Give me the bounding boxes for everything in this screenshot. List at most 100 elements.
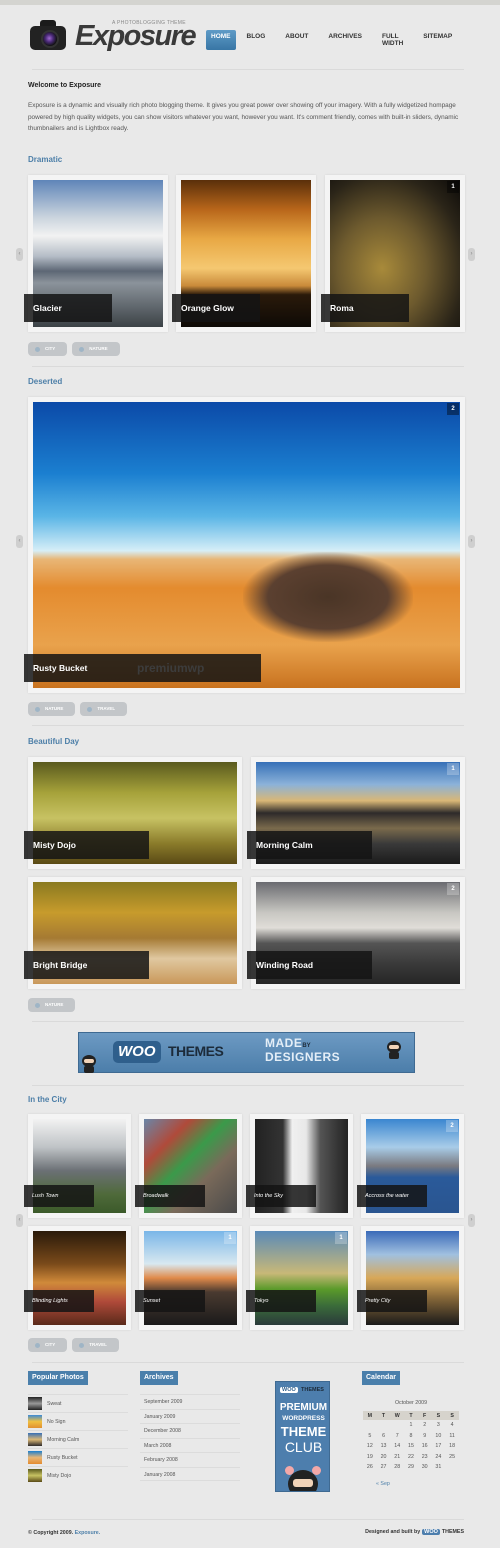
tag-nature[interactable]: NATURE bbox=[72, 342, 120, 356]
tag-nature[interactable]: NATURE bbox=[28, 702, 76, 716]
nav-sitemap[interactable]: SITEMAP bbox=[418, 30, 457, 50]
slider-next-arrow[interactable]: › bbox=[468, 1214, 475, 1227]
ad-woo-logo: WOO bbox=[113, 1041, 161, 1063]
site-logo[interactable]: A PHOTOBLOGGING THEME Exposure bbox=[28, 16, 198, 56]
calendar-body: 1 2 3 4 5 6 7 8 9 10 11 12 13 14 15 16 17 18 19 20 21 22 23 24 2… bbox=[363, 1420, 459, 1473]
archive-link[interactable]: January 2009 bbox=[140, 1408, 240, 1424]
slider-next-arrow[interactable]: › bbox=[468, 248, 475, 261]
woothemes-logo[interactable]: WOO bbox=[422, 1529, 440, 1535]
photo-count-badge: 1 bbox=[335, 1232, 347, 1244]
calendar-day: 29 bbox=[408, 1464, 414, 1471]
welcome-text: Exposure is a dynamic and visually rich … bbox=[28, 102, 459, 132]
photo-card[interactable]: Lush Town bbox=[24, 1114, 131, 1218]
theme-club-ad[interactable]: WOO THEMES PREMIUM WORDPRESS THEME CLUB bbox=[275, 1381, 330, 1492]
ad-line: CLUB bbox=[284, 1439, 323, 1455]
tag-icon bbox=[35, 346, 40, 352]
photo-thumbnail bbox=[28, 1433, 42, 1446]
archive-link[interactable]: March 2008 bbox=[140, 1437, 240, 1453]
slider-prev-arrow[interactable]: ‹ bbox=[16, 535, 23, 548]
photo-card[interactable]: 1 Tokyo bbox=[246, 1226, 353, 1330]
ad-line: THEME bbox=[280, 1424, 327, 1439]
calendar-day bbox=[445, 1462, 459, 1473]
photo-card[interactable]: Into the Sky bbox=[246, 1114, 353, 1218]
popular-photo-item[interactable]: Rusty Bucket bbox=[28, 1448, 128, 1466]
photo-card[interactable]: Broadwalk bbox=[135, 1114, 242, 1218]
calendar-day: 19 bbox=[366, 1453, 373, 1460]
calendar-header-row: M T W T F S S bbox=[363, 1411, 459, 1420]
calendar-day: 31 bbox=[435, 1464, 442, 1471]
calendar-day bbox=[377, 1420, 391, 1431]
photo-rusty-bucket[interactable] bbox=[33, 402, 460, 688]
calendar-day: 23 bbox=[421, 1453, 428, 1460]
photo-caption: Blinding Lights bbox=[24, 1290, 94, 1312]
photo-card[interactable]: 2 Accross the water bbox=[357, 1114, 464, 1218]
popular-photo-item[interactable]: No Sign bbox=[28, 1412, 128, 1430]
section-title-beautiful-day: Beautiful Day bbox=[28, 737, 80, 746]
archive-link[interactable]: February 2008 bbox=[140, 1452, 240, 1467]
photo-caption: Sunset bbox=[135, 1290, 205, 1312]
divider bbox=[32, 1085, 464, 1086]
calendar-prev-month-link[interactable]: « Sep bbox=[376, 1481, 390, 1487]
photo-card[interactable]: Misty Dojo bbox=[24, 757, 242, 869]
day-header: F bbox=[417, 1411, 432, 1420]
photo-card[interactable]: 1 Roma bbox=[321, 175, 465, 332]
archive-link[interactable]: January 2008 bbox=[140, 1466, 240, 1481]
popular-photo-item[interactable]: Morning Calm bbox=[28, 1430, 128, 1448]
day-header: S bbox=[431, 1411, 446, 1420]
photo-card[interactable]: 2 Rusty Bucket premiumwp bbox=[24, 397, 465, 693]
photo-caption: Lush Town bbox=[24, 1185, 94, 1207]
tag-icon bbox=[35, 706, 40, 712]
slider-next-arrow[interactable]: › bbox=[468, 535, 475, 548]
tag-city[interactable]: CITY bbox=[28, 1338, 68, 1352]
calendar-week-row: 5 6 7 8 9 10 11 bbox=[363, 1431, 459, 1442]
calendar-day: 17 bbox=[435, 1443, 442, 1450]
calendar-day: 9 bbox=[423, 1432, 427, 1439]
slider-prev-arrow[interactable]: ‹ bbox=[16, 248, 23, 261]
day-header: M bbox=[363, 1411, 377, 1420]
top-bar bbox=[0, 0, 500, 5]
photo-count-badge: 1 bbox=[447, 763, 459, 775]
woothemes-ad-banner[interactable]: WOO THEMES MADEBY DESIGNERS bbox=[78, 1032, 415, 1073]
nav-archives[interactable]: ARCHIVES bbox=[323, 30, 367, 50]
calendar-caption: October 2009 bbox=[394, 1400, 428, 1406]
photo-card[interactable]: Blinding Lights bbox=[24, 1226, 131, 1330]
photo-caption: Morning Calm bbox=[247, 831, 372, 859]
widget-title-archives: Archives bbox=[140, 1371, 178, 1385]
popular-photo-item[interactable]: Misty Dojo bbox=[28, 1466, 128, 1484]
calendar-day: 10 bbox=[435, 1432, 442, 1439]
watermark: premiumwp bbox=[137, 661, 205, 675]
photo-card[interactable]: 2 Winding Road bbox=[247, 877, 465, 989]
photo-card[interactable]: Glacier bbox=[24, 175, 168, 332]
tag-nature[interactable]: NATURE bbox=[28, 998, 76, 1012]
photo-card[interactable]: Pretty City bbox=[357, 1226, 464, 1330]
popular-photos-list: Sweat No Sign Morning Calm Rusty Bucket … bbox=[28, 1394, 128, 1484]
archive-link[interactable]: December 2008 bbox=[140, 1423, 240, 1438]
archive-link[interactable]: September 2009 bbox=[140, 1394, 240, 1409]
tag-travel[interactable]: TRAVEL bbox=[72, 1338, 119, 1352]
popular-photo-item[interactable]: Sweat bbox=[28, 1394, 128, 1412]
nav-home[interactable]: HOME bbox=[206, 30, 236, 50]
calendar-day: 26 bbox=[366, 1464, 373, 1471]
tag-travel[interactable]: TRAVEL bbox=[80, 702, 128, 716]
footer-site-link[interactable]: Exposure. bbox=[75, 1530, 101, 1536]
nav-about[interactable]: ABOUT bbox=[280, 30, 313, 50]
photo-card[interactable]: Bright Bridge bbox=[24, 877, 242, 989]
calendar-day: 30 bbox=[421, 1464, 428, 1471]
slider-prev-arrow[interactable]: ‹ bbox=[16, 1214, 23, 1227]
tag-list: CITY NATURE bbox=[28, 342, 120, 356]
tag-list: NATURE bbox=[28, 998, 76, 1012]
calendar-week-row: 19 20 21 22 23 24 25 bbox=[363, 1452, 459, 1463]
calendar-day: 12 bbox=[366, 1443, 373, 1450]
photo-caption: Misty Dojo bbox=[24, 831, 149, 859]
photo-card[interactable]: 1 Sunset bbox=[135, 1226, 242, 1330]
calendar-day bbox=[390, 1420, 404, 1431]
tag-city[interactable]: CITY bbox=[28, 342, 68, 356]
nav-full-width[interactable]: FULL WIDTH bbox=[377, 30, 408, 50]
nav-blog[interactable]: BLOG bbox=[242, 30, 271, 50]
photo-thumbnail bbox=[28, 1451, 42, 1464]
tag-list: CITY TRAVEL bbox=[28, 1338, 119, 1352]
photo-caption: Roma bbox=[321, 294, 409, 322]
calendar-week-row: 12 13 14 15 16 17 18 bbox=[363, 1441, 459, 1452]
photo-card[interactable]: 1 Morning Calm bbox=[247, 757, 465, 869]
photo-card[interactable]: Orange Glow bbox=[172, 175, 316, 332]
